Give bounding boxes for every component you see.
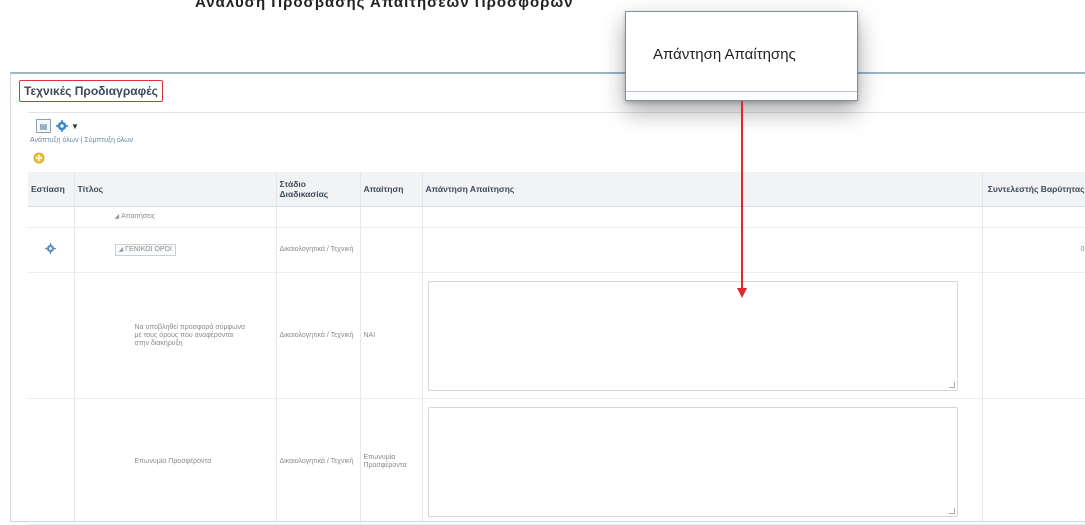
- table-header-row: Εστίαση Τίτλος Στάδιο Διαδικασίας Απαίτη…: [28, 172, 1085, 207]
- title-cell: ◢ Απαιτήσεις: [74, 206, 277, 228]
- chevron-down-icon[interactable]: ▼: [70, 119, 80, 133]
- add-icon[interactable]: [32, 151, 46, 165]
- focus-cell: [28, 272, 75, 399]
- focus-cell: [28, 206, 75, 228]
- answer-cell: [422, 206, 983, 228]
- stage-cell: Δικαιολογητικά / Τεχνική: [276, 272, 361, 399]
- callout-text: Απάντηση Απαίτησης: [653, 46, 796, 63]
- weight-cell: 0: [982, 227, 1085, 273]
- title-cell: Επωνυμία Προσφέροντα: [74, 398, 277, 525]
- stage-cell: Δικαιολογητικά / Τεχνική: [276, 227, 361, 273]
- toolbar-divider: [28, 112, 1085, 113]
- col-header-focus[interactable]: Εστίαση: [28, 172, 75, 207]
- answer-cell: [422, 272, 983, 399]
- focus-cell: [28, 398, 75, 525]
- callout-tooltip: Απάντηση Απαίτησης: [625, 11, 858, 101]
- col-header-requirement[interactable]: Απαίτηση: [360, 172, 423, 207]
- callout-arrow-line: [741, 101, 743, 289]
- requirement-cell: Επωνυμία Προσφέροντα: [360, 398, 423, 525]
- collapse-triangle-icon[interactable]: ◢: [115, 214, 120, 220]
- table-row: ◢ Απαιτήσεις: [28, 206, 1085, 228]
- col-header-weight[interactable]: Συντελεστής Βαρύτητας: [982, 172, 1085, 207]
- col-header-answer[interactable]: Απάντηση Απαίτησης: [422, 172, 983, 207]
- title-cell: Να υποβληθεί προσφορά σύμφωνα με τους όρ…: [74, 272, 277, 399]
- top-caption: Ανάλυση Πρόσβασης Απαιτήσεων Προσφορών: [195, 0, 574, 10]
- requirement-cell: [360, 227, 423, 273]
- answer-cell: [422, 227, 983, 273]
- requirements-table: Εστίαση Τίτλος Στάδιο Διαδικασίας Απαίτη…: [28, 172, 1085, 525]
- gear-icon[interactable]: [54, 119, 69, 133]
- table-row: Να υποβληθεί προσφορά σύμφωνα με τους όρ…: [28, 272, 1085, 399]
- title-cell: ◢ ΓΕΝΙΚΟΙ ΟΡΟΙ: [74, 227, 277, 273]
- weight-cell: [982, 398, 1085, 525]
- answer-textarea[interactable]: [427, 406, 958, 517]
- expand-all-link[interactable]: Ανάπτυξη όλων: [30, 137, 79, 144]
- focus-cell: [28, 227, 75, 273]
- requirement-cell: [360, 206, 423, 228]
- answer-cell: [422, 398, 983, 525]
- answer-textarea[interactable]: [427, 280, 958, 391]
- collapse-triangle-icon: ◢: [118, 247, 124, 253]
- export-icon[interactable]: ▤: [36, 119, 51, 133]
- requirement-cell: ΝΑΙ: [360, 272, 423, 399]
- callout-arrow-head: [737, 288, 747, 298]
- group-toggle[interactable]: ◢ ΓΕΝΙΚΟΙ ΟΡΟΙ: [114, 244, 176, 256]
- col-header-title[interactable]: Τίτλος: [74, 172, 277, 207]
- weight-cell: [982, 206, 1085, 228]
- stage-cell: Δικαιολογητικά / Τεχνική: [276, 398, 361, 525]
- table-row: Επωνυμία Προσφέροντα Δικαιολογητικά / Τε…: [28, 398, 1085, 525]
- col-header-stage[interactable]: Στάδιο Διαδικασίας: [276, 172, 361, 207]
- collapse-all-link[interactable]: Σύμπτυξη όλων: [84, 137, 133, 144]
- weight-cell: [982, 272, 1085, 399]
- expand-collapse-links: Ανάπτυξη όλων | Σύμπτυξη όλων: [30, 137, 133, 144]
- callout-divider: [626, 91, 857, 92]
- section-title: Τεχνικές Προδιαγραφές: [19, 80, 163, 102]
- table-row: ◢ ΓΕΝΙΚΟΙ ΟΡΟΙ Δικαιολογητικά / Τεχνική 0: [28, 227, 1085, 273]
- focus-icon[interactable]: [45, 243, 57, 256]
- stage-cell: [276, 206, 361, 228]
